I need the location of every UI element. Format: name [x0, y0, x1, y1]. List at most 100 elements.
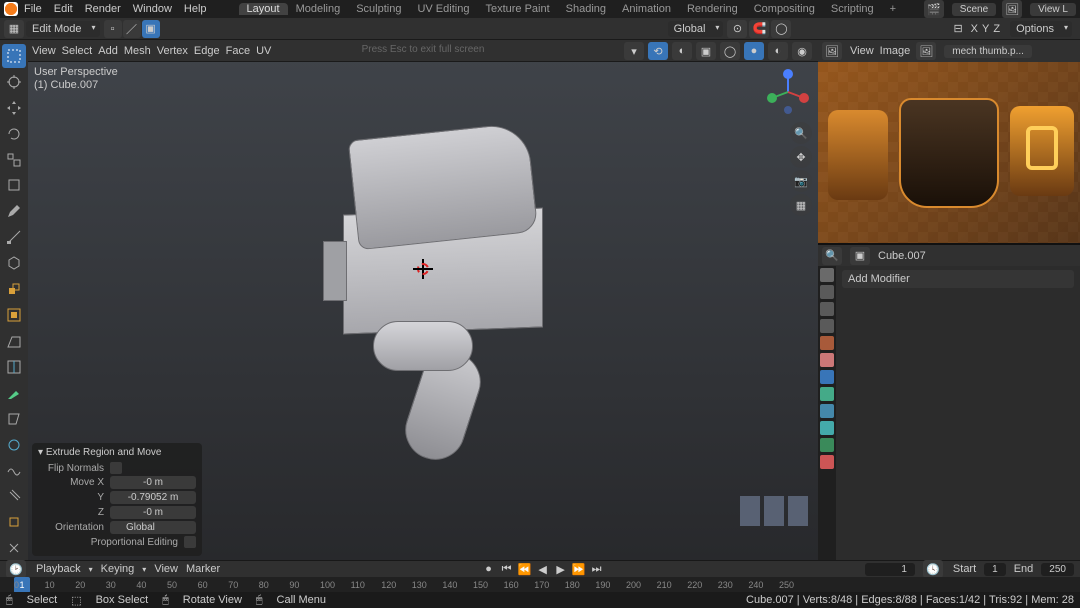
- play-reverse-icon[interactable]: ◀: [535, 562, 551, 576]
- flip-normals-checkbox[interactable]: [110, 462, 122, 474]
- axis-z[interactable]: Z: [993, 23, 1000, 35]
- tab-modeling[interactable]: Modeling: [288, 3, 349, 15]
- annotate-tool[interactable]: [2, 199, 26, 223]
- vp-menu-edge[interactable]: Edge: [194, 45, 220, 57]
- op-orientation-field[interactable]: Global: [110, 521, 196, 534]
- axis-y[interactable]: Y: [982, 23, 989, 35]
- cursor-tool[interactable]: [2, 70, 26, 94]
- move-z-field[interactable]: -0 m: [110, 506, 196, 519]
- reference-image[interactable]: [818, 62, 1080, 244]
- operator-panel[interactable]: Extrude Region and Move Flip Normals Mov…: [32, 443, 202, 556]
- tab-add-workspace[interactable]: +: [882, 3, 904, 15]
- zoom-icon[interactable]: 🔍: [790, 122, 812, 144]
- vp-menu-vertex[interactable]: Vertex: [157, 45, 188, 57]
- start-frame-field[interactable]: 1: [984, 563, 1006, 576]
- vp-menu-uv[interactable]: UV: [256, 45, 271, 57]
- poly-build-tool[interactable]: [2, 407, 26, 431]
- mode-dropdown[interactable]: Edit Mode: [26, 21, 100, 37]
- proportional-icon[interactable]: ◯: [771, 20, 791, 38]
- tab-scripting[interactable]: Scripting: [823, 3, 882, 15]
- ptab-particles[interactable]: [820, 387, 834, 401]
- rip-region-tool[interactable]: [2, 536, 26, 560]
- img-menu-image[interactable]: Image: [880, 45, 911, 57]
- transform-tool[interactable]: [2, 174, 26, 198]
- edge-slide-tool[interactable]: [2, 484, 26, 508]
- img-menu-view[interactable]: View: [850, 45, 874, 57]
- 3d-viewport[interactable]: View Select Add Mesh Vertex Edge Face UV…: [28, 40, 818, 560]
- image-editor-type-icon[interactable]: 🖼: [822, 42, 842, 60]
- face-select-mode[interactable]: ▣: [142, 20, 160, 38]
- ptab-modifiers[interactable]: [820, 370, 834, 384]
- viewlayer-field[interactable]: View L: [1030, 3, 1076, 16]
- shading-solid-icon[interactable]: ●: [744, 42, 764, 60]
- editor-type-icon[interactable]: ▦: [4, 20, 24, 38]
- vp-menu-mesh[interactable]: Mesh: [124, 45, 151, 57]
- ptab-viewlayer[interactable]: [820, 302, 834, 316]
- edge-select-mode[interactable]: ／: [123, 20, 141, 38]
- ptab-output[interactable]: [820, 285, 834, 299]
- ptab-object[interactable]: [820, 353, 834, 367]
- snap-toggle-icon[interactable]: 🧲: [749, 20, 769, 38]
- ptab-data[interactable]: [820, 438, 834, 452]
- keyframe-next-icon[interactable]: ⏩: [571, 562, 587, 576]
- gizmo-icon[interactable]: ⟲: [648, 42, 668, 60]
- autokey-icon[interactable]: ●: [481, 562, 497, 576]
- tl-menu-marker[interactable]: Marker: [186, 563, 220, 575]
- orientation-dropdown[interactable]: Global: [668, 21, 724, 37]
- persp-ortho-icon[interactable]: ▦: [790, 194, 812, 216]
- move-x-field[interactable]: -0 m: [110, 476, 196, 489]
- vp-menu-add[interactable]: Add: [98, 45, 118, 57]
- jump-end-icon[interactable]: ⏭: [589, 562, 605, 576]
- loop-cut-tool[interactable]: [2, 355, 26, 379]
- menu-window[interactable]: Window: [133, 3, 172, 15]
- menu-edit[interactable]: Edit: [54, 3, 73, 15]
- mesh-auto-merge[interactable]: ⊟: [953, 22, 962, 35]
- camera-view-icon[interactable]: 📷: [790, 170, 812, 192]
- tab-rendering[interactable]: Rendering: [679, 3, 746, 15]
- navigation-gizmo[interactable]: [764, 68, 812, 116]
- props-search-icon[interactable]: 🔍: [822, 247, 842, 265]
- tab-texture-paint[interactable]: Texture Paint: [477, 3, 557, 15]
- vp-menu-view[interactable]: View: [32, 45, 56, 57]
- preview-range-icon[interactable]: 🕓: [923, 560, 943, 578]
- ptab-render[interactable]: [820, 268, 834, 282]
- overlays-icon[interactable]: ◐: [672, 42, 692, 60]
- timeline-track[interactable]: 1 01020304050607080901001101201301401501…: [0, 577, 1080, 593]
- tab-layout[interactable]: Layout: [239, 3, 288, 15]
- image-filename-field[interactable]: mech thumb.p...: [944, 45, 1032, 58]
- measure-tool[interactable]: [2, 225, 26, 249]
- timeline-editor-icon[interactable]: 🕑: [6, 560, 26, 578]
- shading-wire-icon[interactable]: ◯: [720, 42, 740, 60]
- menu-help[interactable]: Help: [184, 3, 207, 15]
- knife-tool[interactable]: [2, 381, 26, 405]
- ptab-scene[interactable]: [820, 319, 834, 333]
- keyframe-prev-icon[interactable]: ⏪: [517, 562, 533, 576]
- inset-tool[interactable]: [2, 303, 26, 327]
- end-frame-field[interactable]: 250: [1041, 563, 1074, 576]
- ptab-constraints[interactable]: [820, 421, 834, 435]
- vp-menu-face[interactable]: Face: [226, 45, 250, 57]
- bevel-tool[interactable]: [2, 329, 26, 353]
- tl-menu-keying[interactable]: Keying: [101, 563, 135, 575]
- jump-start-icon[interactable]: ⏮: [499, 562, 515, 576]
- rotate-tool[interactable]: [2, 122, 26, 146]
- current-frame-field[interactable]: 1: [865, 563, 915, 576]
- tab-sculpting[interactable]: Sculpting: [348, 3, 409, 15]
- shrink-fatten-tool[interactable]: [2, 510, 26, 534]
- move-y-field[interactable]: -0.79052 m: [110, 491, 196, 504]
- scene-name-field[interactable]: Scene: [952, 3, 996, 16]
- ptab-material[interactable]: [820, 455, 834, 469]
- scene-icon[interactable]: 🎬: [924, 0, 944, 18]
- axis-x[interactable]: X: [971, 23, 978, 35]
- shading-rendered-icon[interactable]: ◉: [792, 42, 812, 60]
- tab-shading[interactable]: Shading: [558, 3, 614, 15]
- vp-menu-select[interactable]: Select: [62, 45, 93, 57]
- tab-uv-editing[interactable]: UV Editing: [409, 3, 477, 15]
- play-icon[interactable]: ▶: [553, 562, 569, 576]
- viewlayer-icon[interactable]: 🖼: [1002, 0, 1022, 18]
- shading-matprev-icon[interactable]: ◐: [768, 42, 788, 60]
- tl-menu-view[interactable]: View: [154, 563, 178, 575]
- add-cube-tool[interactable]: [2, 251, 26, 275]
- proportional-checkbox[interactable]: [184, 536, 196, 548]
- select-box-tool[interactable]: [2, 44, 26, 68]
